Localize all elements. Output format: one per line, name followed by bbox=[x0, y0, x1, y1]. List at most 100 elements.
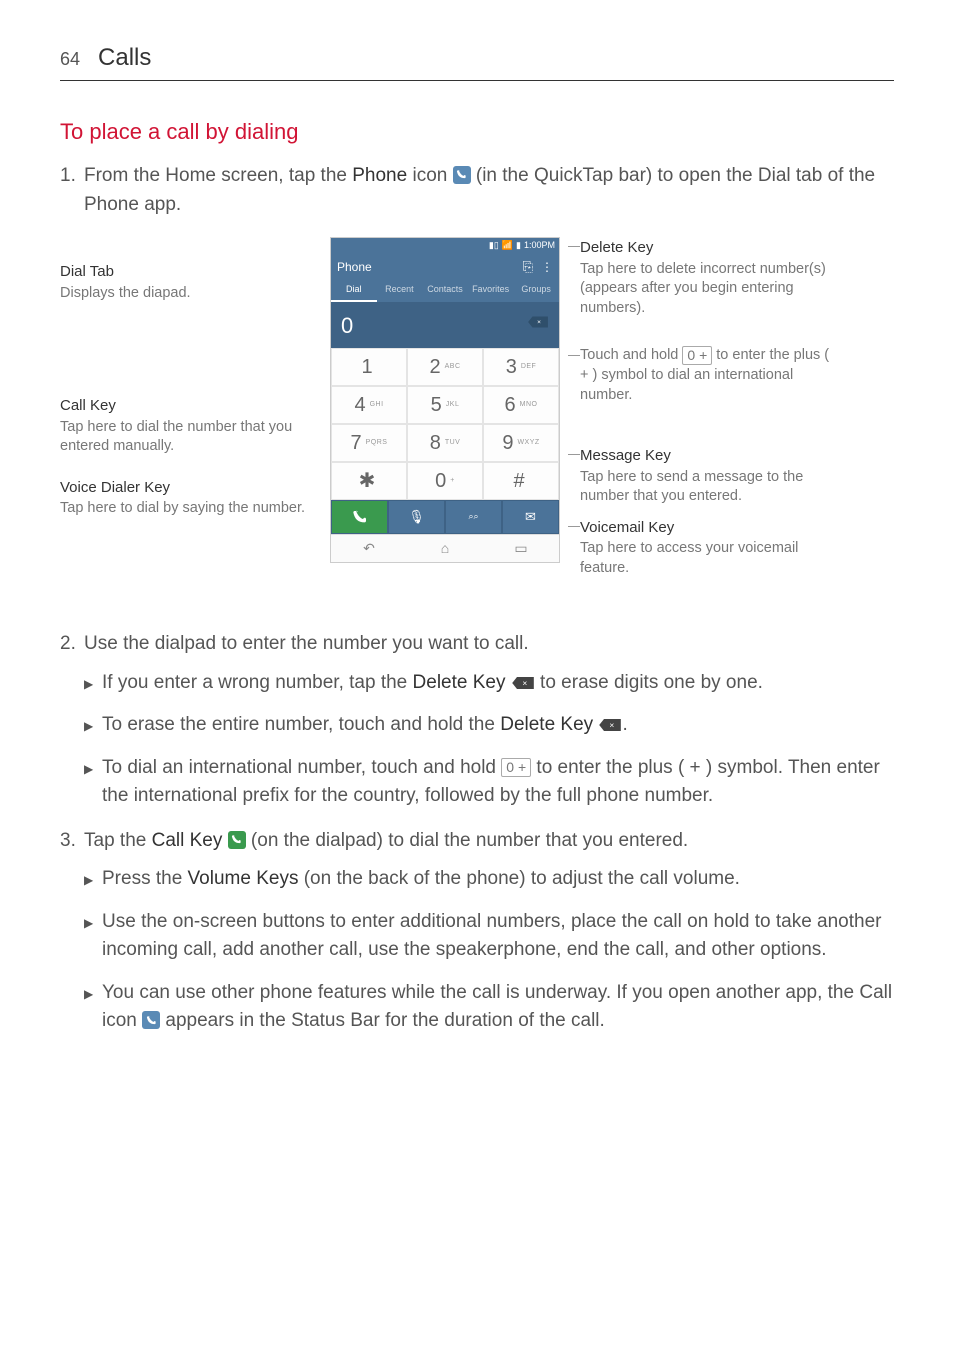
phone-icon bbox=[453, 166, 471, 184]
tab-recent[interactable]: Recent bbox=[377, 280, 423, 302]
dialpad-key-2[interactable]: 2ABC bbox=[407, 348, 483, 386]
status-bar: ▮▯ 📶 ▮ 1:00PM bbox=[331, 238, 559, 254]
dialpad-key-9[interactable]: 9WXYZ bbox=[483, 424, 559, 462]
tab-dial[interactable]: Dial bbox=[331, 280, 377, 302]
phone-mockup: ▮▯ 📶 ▮ 1:00PM Phone ⎘ ⋮ Dial Recent Cont… bbox=[330, 237, 560, 563]
bullet-icon: ▶ bbox=[84, 865, 102, 894]
callout-call-key: Call Key Tap here to dial the number tha… bbox=[60, 395, 330, 457]
section-title: To place a call by dialing bbox=[60, 115, 894, 148]
callout-title: Dial Tab bbox=[60, 261, 330, 284]
callout-body: Tap here to delete incorrect number(s) (… bbox=[580, 260, 835, 319]
dialpad-key-#[interactable]: # bbox=[483, 462, 559, 500]
delete-icon: × bbox=[598, 717, 622, 733]
call-icon bbox=[142, 1011, 160, 1029]
phone-label: Phone bbox=[352, 165, 407, 186]
recent-apps-icon[interactable]: ▭ bbox=[483, 535, 559, 562]
step-body: Tap the Call Key (on the dialpad) to dia… bbox=[84, 827, 894, 856]
tab-row: Dial Recent Contacts Favorites Groups bbox=[331, 280, 559, 302]
callout-message-key: Message Key Tap here to send a message t… bbox=[580, 445, 835, 507]
callout-title: Voicemail Key bbox=[580, 517, 835, 540]
battery-icon: ▮ bbox=[516, 239, 521, 253]
message-button[interactable]: ✉︎ bbox=[502, 500, 559, 534]
voicemail-button[interactable]: ⌕⌕ bbox=[445, 500, 502, 534]
list-item: ▶ Press the Volume Keys (on the back of … bbox=[84, 865, 894, 894]
callout-delete-key: Delete Key Tap here to delete incorrect … bbox=[580, 237, 835, 318]
voice-dialer-button[interactable]: 🎙︎ bbox=[388, 500, 445, 534]
tab-contacts[interactable]: Contacts bbox=[422, 280, 468, 302]
callout-touch-hold: Touch and hold 0 + to enter the plus ( +… bbox=[580, 346, 835, 405]
svg-text:×: × bbox=[610, 720, 615, 730]
tab-favorites[interactable]: Favorites bbox=[468, 280, 514, 302]
step-body: Use the dialpad to enter the number you … bbox=[84, 630, 894, 659]
keypad: 12ABC3DEF 4GHI5JKL6MNO 7PQRS8TUV9WXYZ ✱0+# bbox=[331, 348, 559, 500]
network-icon: 📶 bbox=[502, 239, 513, 253]
callout-body: Tap here to dial by saying the number. bbox=[60, 499, 330, 519]
step-body: From the Home screen, tap the Phone icon… bbox=[84, 162, 894, 219]
callout-body: Tap here to dial the number that you ent… bbox=[60, 418, 330, 457]
call-icon bbox=[228, 831, 246, 849]
dialpad-key-1[interactable]: 1 bbox=[331, 348, 407, 386]
dialpad-key-5[interactable]: 5JKL bbox=[407, 386, 483, 424]
dialpad-key-3[interactable]: 3DEF bbox=[483, 348, 559, 386]
tab-groups[interactable]: Groups bbox=[513, 280, 559, 302]
step-number: 1. bbox=[60, 162, 84, 219]
home-icon[interactable]: ⌂ bbox=[407, 535, 483, 562]
svg-text:×: × bbox=[537, 319, 541, 326]
dialpad-key-✱[interactable]: ✱ bbox=[331, 462, 407, 500]
delete-key[interactable]: × bbox=[527, 315, 549, 335]
call-button[interactable] bbox=[331, 500, 388, 534]
callout-title: Voice Dialer Key bbox=[60, 477, 330, 500]
dialpad-key-4[interactable]: 4GHI bbox=[331, 386, 407, 424]
bullet-icon: ▶ bbox=[84, 754, 102, 811]
app-title-bar: Phone ⎘ ⋮ bbox=[331, 254, 559, 280]
list-item: ▶ To erase the entire number, touch and … bbox=[84, 711, 894, 740]
status-time: 1:00PM bbox=[524, 239, 555, 253]
delete-icon: × bbox=[511, 675, 535, 691]
callout-body: Tap here to access your voicemail featur… bbox=[580, 539, 835, 578]
dialpad-key-0[interactable]: 0+ bbox=[407, 462, 483, 500]
text: From the Home screen, tap the bbox=[84, 165, 352, 186]
callout-voice-dialer: Voice Dialer Key Tap here to dial by say… bbox=[60, 477, 330, 519]
dialpad-key-6[interactable]: 6MNO bbox=[483, 386, 559, 424]
callout-body: Tap here to send a message to the number… bbox=[580, 468, 835, 507]
list-item: ▶ If you enter a wrong number, tap the D… bbox=[84, 669, 894, 698]
dialpad-key-8[interactable]: 8TUV bbox=[407, 424, 483, 462]
step-number: 3. bbox=[60, 827, 84, 856]
chapter-title: Calls bbox=[98, 40, 151, 76]
step-3: 3. Tap the Call Key (on the dialpad) to … bbox=[60, 827, 894, 856]
page-number: 64 bbox=[60, 46, 80, 73]
step-2: 2. Use the dialpad to enter the number y… bbox=[60, 630, 894, 659]
page-header: 64 Calls bbox=[60, 40, 894, 81]
bullet-icon: ▶ bbox=[84, 908, 102, 965]
zero-key-inline: 0 + bbox=[501, 758, 531, 777]
bullet-icon: ▶ bbox=[84, 711, 102, 740]
callout-dial-tab: Dial Tab Displays the diapad. bbox=[60, 261, 330, 303]
step-1: 1. From the Home screen, tap the Phone i… bbox=[60, 162, 894, 219]
svg-text:×: × bbox=[522, 678, 527, 688]
list-item: ▶ To dial an international number, touch… bbox=[84, 754, 894, 811]
back-icon[interactable]: ↶ bbox=[331, 535, 407, 562]
signal-icon: ▮▯ bbox=[489, 239, 499, 253]
entered-number: 0 bbox=[341, 309, 353, 342]
callout-voicemail-key: Voicemail Key Tap here to access your vo… bbox=[580, 517, 835, 579]
dialer-diagram: Dial Tab Displays the diapad. Call Key T… bbox=[60, 237, 894, 608]
nav-row: ↶ ⌂ ▭ bbox=[331, 534, 559, 562]
text: icon bbox=[407, 165, 452, 186]
add-contact-icon[interactable]: ⎘ bbox=[523, 257, 533, 277]
app-title: Phone bbox=[337, 258, 372, 276]
list-item: ▶ Use the on-screen buttons to enter add… bbox=[84, 908, 894, 965]
action-row: 🎙︎ ⌕⌕ ✉︎ bbox=[331, 500, 559, 534]
bullet-icon: ▶ bbox=[84, 669, 102, 698]
step-number: 2. bbox=[60, 630, 84, 659]
callout-body: Displays the diapad. bbox=[60, 284, 330, 304]
menu-icon[interactable]: ⋮ bbox=[541, 258, 553, 276]
number-entry: 0 × bbox=[331, 302, 559, 348]
callout-title: Delete Key bbox=[580, 237, 835, 260]
zero-key-inline: 0 + bbox=[682, 346, 712, 365]
callout-body: Touch and hold 0 + to enter the plus ( +… bbox=[580, 346, 835, 405]
list-item: ▶ You can use other phone features while… bbox=[84, 979, 894, 1036]
bullet-icon: ▶ bbox=[84, 979, 102, 1036]
dialpad-key-7[interactable]: 7PQRS bbox=[331, 424, 407, 462]
step-3-bullets: ▶ Press the Volume Keys (on the back of … bbox=[84, 865, 894, 1036]
callout-title: Message Key bbox=[580, 445, 835, 468]
